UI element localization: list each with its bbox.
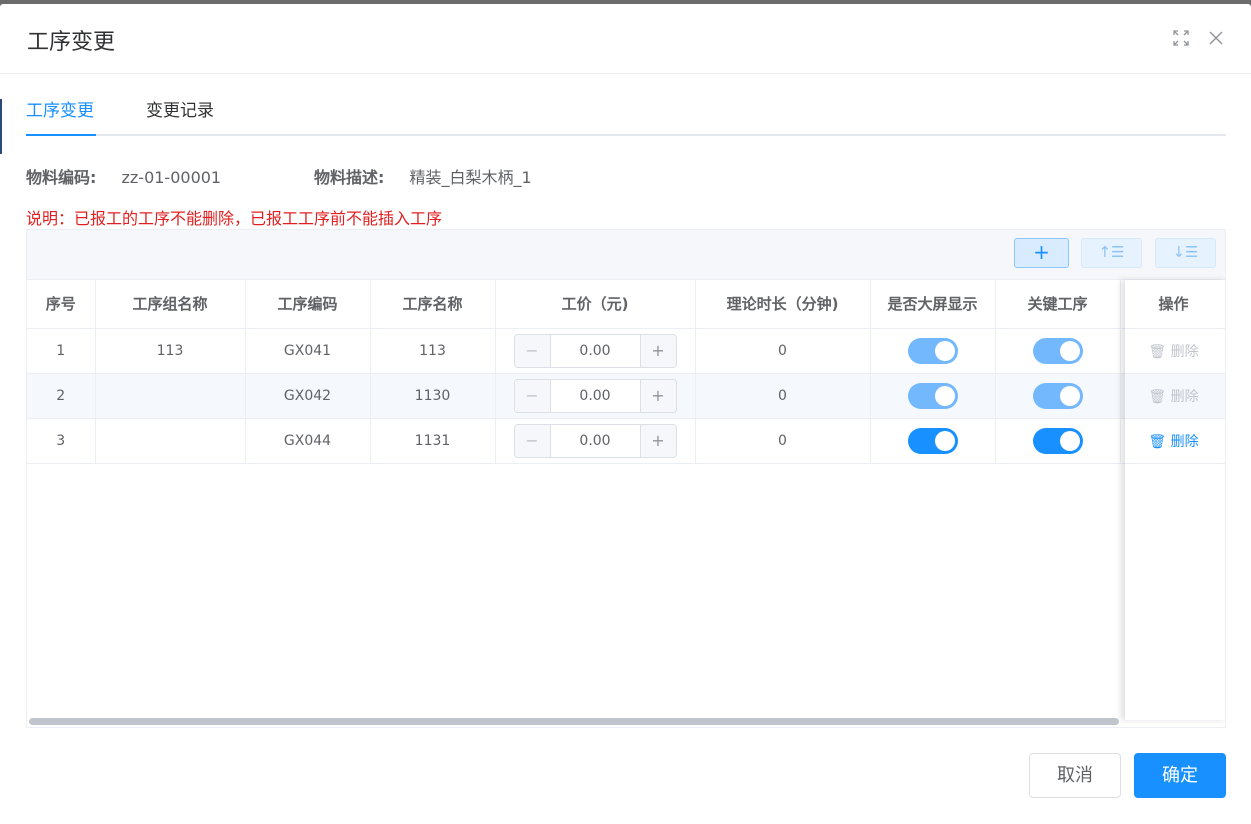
price-input[interactable] xyxy=(550,379,640,412)
toggle-knob xyxy=(934,385,955,406)
cell-duration: 0 xyxy=(695,418,871,464)
big-screen-toggle[interactable] xyxy=(907,427,958,454)
table-row: 1 113 GX041 113 − + 0 🗑 xyxy=(27,328,1225,374)
cell-big-screen xyxy=(870,373,996,419)
dialog-header: 工序变更 xyxy=(0,4,1251,74)
key-process-toggle[interactable] xyxy=(1032,427,1083,454)
process-change-dialog: 工序变更 工序变更 变更记录 物料编码: zz-01-00001 物料描述: 精… xyxy=(0,4,1251,824)
toggle-knob xyxy=(934,430,955,451)
table-row: 2 GX042 1130 − + 0 🗑 删 xyxy=(27,373,1225,419)
cell-actions: 🗑 删除 xyxy=(1120,328,1225,374)
col-header-name: 工序名称 xyxy=(370,280,496,329)
cell-duration: 0 xyxy=(695,373,871,419)
tab-active-indicator xyxy=(26,134,96,136)
move-down-button[interactable]: ↓☰ xyxy=(1155,238,1216,268)
process-table: 序号 工序组名称 工序编码 工序名称 工价（元) 理论时长（分钟) 是否大屏显示… xyxy=(27,280,1225,464)
cell-price: − + xyxy=(495,328,696,374)
cell-group xyxy=(95,418,246,464)
increment-button[interactable]: + xyxy=(639,424,676,457)
cell-group xyxy=(95,373,246,419)
trash-icon: 🗑 xyxy=(1148,343,1167,360)
key-process-toggle[interactable] xyxy=(1032,382,1083,409)
price-stepper: − + xyxy=(513,333,677,368)
tab-bar: 工序变更 变更记录 xyxy=(26,96,1226,136)
toggle-knob xyxy=(934,340,955,361)
cell-actions: 🗑 删除 xyxy=(1120,418,1225,464)
cell-big-screen xyxy=(870,418,996,464)
increment-button[interactable]: + xyxy=(639,334,676,367)
table-toolbar: + ↑☰ ↓☰ xyxy=(27,230,1225,280)
table-header-row: 序号 工序组名称 工序编码 工序名称 工价（元) 理论时长（分钟) 是否大屏显示… xyxy=(27,280,1225,329)
cell-price: − + xyxy=(495,373,696,419)
col-header-group: 工序组名称 xyxy=(95,280,246,329)
cell-code: GX044 xyxy=(245,418,371,464)
process-table-container: + ↑☰ ↓☰ 序号 工序组名称 工序编码 工序名称 工价（元) 理论时长（分钟… xyxy=(26,229,1226,728)
col-header-duration: 理论时长（分钟) xyxy=(695,280,871,329)
delete-label: 删除 xyxy=(1170,343,1199,360)
price-input[interactable] xyxy=(550,424,640,457)
cell-name: 1131 xyxy=(370,418,496,464)
cell-duration: 0 xyxy=(695,328,871,374)
material-code: 物料编码: zz-01-00001 xyxy=(26,166,221,190)
trash-icon: 🗑 xyxy=(1148,388,1167,405)
trash-icon: 🗑 xyxy=(1148,433,1167,450)
price-stepper: − + xyxy=(513,378,677,413)
close-icon[interactable] xyxy=(1207,30,1225,48)
cell-key-process xyxy=(995,418,1121,464)
fullscreen-icon[interactable] xyxy=(1172,30,1190,48)
delete-label: 删除 xyxy=(1170,433,1199,450)
cell-key-process xyxy=(995,373,1121,419)
material-desc-value: 精装_白梨木柄_1 xyxy=(409,168,532,187)
cell-group: 113 xyxy=(95,328,246,374)
increment-button[interactable]: + xyxy=(639,379,676,412)
cell-price: − + xyxy=(495,418,696,464)
cell-name: 1130 xyxy=(370,373,496,419)
col-header-actions: 操作 xyxy=(1120,280,1225,329)
delete-label: 删除 xyxy=(1170,388,1199,405)
background-edge xyxy=(0,99,2,154)
material-code-label: 物料编码: xyxy=(26,168,97,187)
delete-button[interactable]: 🗑 删除 xyxy=(1148,389,1198,405)
cell-actions: 🗑 删除 xyxy=(1120,373,1225,419)
dialog-title: 工序变更 xyxy=(27,30,116,55)
big-screen-toggle[interactable] xyxy=(907,382,958,409)
cell-code: GX041 xyxy=(245,328,371,374)
material-code-value: zz-01-00001 xyxy=(121,168,222,187)
material-desc: 物料描述: 精装_白梨木柄_1 xyxy=(314,166,532,190)
cell-code: GX042 xyxy=(245,373,371,419)
horizontal-scrollbar[interactable] xyxy=(29,718,1119,725)
decrement-button[interactable]: − xyxy=(514,424,551,457)
toggle-knob xyxy=(1059,340,1080,361)
decrement-button[interactable]: − xyxy=(514,334,551,367)
big-screen-toggle[interactable] xyxy=(907,337,958,364)
toggle-knob xyxy=(1059,430,1080,451)
delete-button[interactable]: 🗑 删除 xyxy=(1148,344,1198,360)
cell-name: 113 xyxy=(370,328,496,374)
cell-index: 1 xyxy=(27,328,96,374)
add-row-button[interactable]: + xyxy=(1014,238,1069,268)
price-input[interactable] xyxy=(550,334,640,367)
cell-key-process xyxy=(995,328,1121,374)
cell-index: 2 xyxy=(27,373,96,419)
move-up-button[interactable]: ↑☰ xyxy=(1081,238,1142,268)
confirm-button[interactable]: 确定 xyxy=(1134,753,1226,798)
col-header-index: 序号 xyxy=(27,280,96,329)
toggle-knob xyxy=(1059,385,1080,406)
delete-button[interactable]: 🗑 删除 xyxy=(1148,434,1198,450)
col-header-key-process: 关键工序 xyxy=(995,280,1121,329)
cell-big-screen xyxy=(870,328,996,374)
col-header-price: 工价（元) xyxy=(495,280,696,329)
tab-change-history[interactable]: 变更记录 xyxy=(146,96,214,136)
decrement-button[interactable]: − xyxy=(514,379,551,412)
material-desc-label: 物料描述: xyxy=(314,168,385,187)
price-stepper: − + xyxy=(513,423,677,458)
cancel-button[interactable]: 取消 xyxy=(1029,753,1121,798)
cell-index: 3 xyxy=(27,418,96,464)
tab-process-change[interactable]: 工序变更 xyxy=(26,96,94,136)
note-text: 说明：已报工的工序不能删除，已报工工序前不能插入工序 xyxy=(26,209,443,228)
col-header-big-screen: 是否大屏显示 xyxy=(870,280,996,329)
table-row: 3 GX044 1131 − + 0 🗑 删 xyxy=(27,418,1225,464)
col-header-code: 工序编码 xyxy=(245,280,371,329)
key-process-toggle[interactable] xyxy=(1032,337,1083,364)
